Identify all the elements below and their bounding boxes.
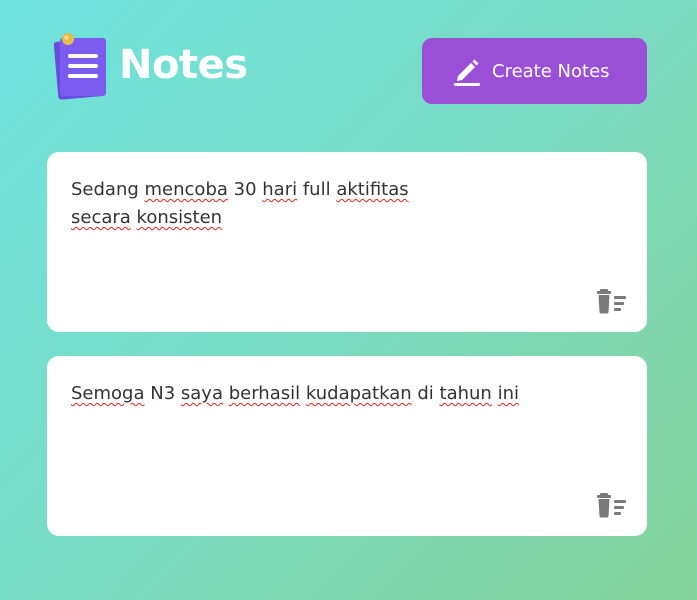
misspelled-word: tahun — [439, 383, 492, 404]
misspelled-word: konsisten — [136, 207, 223, 228]
create-notes-button[interactable]: Create Notes — [422, 38, 647, 104]
misspelled-word: ini — [497, 383, 519, 404]
app-title: Notes — [119, 42, 248, 88]
misspelled-word: aktifitas — [336, 179, 409, 200]
misspelled-word: secara — [71, 207, 131, 228]
note-line: secara konsisten — [71, 204, 461, 232]
trash-delete-icon[interactable] — [597, 492, 629, 518]
misspelled-word: Semoga — [71, 383, 145, 404]
note-text-segment: 30 — [227, 179, 263, 200]
misspelled-word: kudapatkan — [305, 383, 412, 404]
trash-delete-icon[interactable] — [597, 288, 629, 314]
note-card: Sedang mencoba 30 hari full aktifitas sec… — [47, 152, 647, 332]
note-text-segment: full — [297, 179, 337, 200]
misspelled-word: saya — [180, 383, 223, 404]
note-textarea[interactable]: Semoga N3 saya berhasil kudapatkan di ta… — [71, 380, 611, 500]
note-card: Semoga N3 saya berhasil kudapatkan di ta… — [47, 356, 647, 536]
note-textarea[interactable]: Sedang mencoba 30 hari full aktifitas sec… — [71, 176, 461, 296]
note-text-segment: Sedang — [71, 179, 145, 200]
create-notes-label: Create Notes — [492, 60, 610, 82]
note-line: Sedang mencoba 30 hari full aktifitas — [71, 176, 461, 204]
notes-stack-icon — [52, 30, 114, 102]
misspelled-word: hari — [262, 179, 298, 200]
misspelled-word: mencoba — [144, 179, 228, 200]
pencil-edit-icon — [452, 55, 482, 87]
note-text-segment: N3 — [144, 383, 181, 404]
note-line: Semoga N3 saya berhasil kudapatkan di ta… — [71, 380, 611, 408]
note-text-segment: di — [411, 383, 440, 404]
app-header: Notes Create Notes — [0, 0, 697, 130]
misspelled-word: berhasil — [228, 383, 301, 404]
